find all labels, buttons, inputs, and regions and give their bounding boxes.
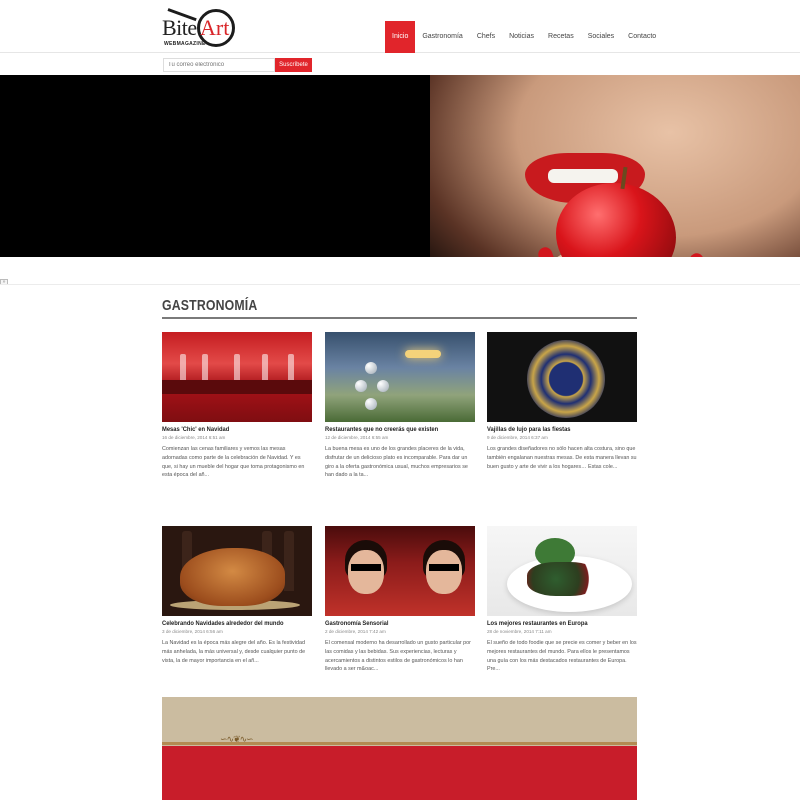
thumb-sphere: [377, 380, 389, 392]
article-excerpt: Comienzan las cenas familiares y vemos l…: [162, 446, 305, 479]
thumb-face: [426, 550, 462, 594]
article-title[interactable]: Restaurantes que no creerás que existen: [325, 426, 457, 433]
article-card: Restaurantes que no creerás que existen …: [325, 332, 475, 480]
nav-item-gastronomia[interactable]: Gastronomía: [415, 21, 469, 53]
section-title: GASTRONOMÍA: [162, 297, 258, 314]
thumb-face: [348, 550, 384, 594]
article-excerpt: El comensal moderno ha desarrollado un g…: [325, 640, 471, 673]
thumb-glass: [262, 354, 268, 382]
thumb-plate: [527, 340, 605, 418]
nav-item-contacto[interactable]: Contacto: [621, 21, 663, 53]
thumb-dinner-platform: [405, 350, 441, 358]
logo-tagline: WEBMAGAZINE: [164, 41, 206, 47]
hero-divider: [0, 284, 800, 285]
article-card: Vajillas de lujo para las fiestas 9 de d…: [487, 332, 637, 471]
nav-item-noticias[interactable]: Noticias: [502, 21, 541, 53]
promo-banner[interactable]: ∽∿❦∿∽: [162, 697, 637, 800]
hero-slider[interactable]: [0, 75, 800, 257]
thumb-dish: [527, 562, 599, 596]
thumb-sphere: [355, 380, 367, 392]
article-thumbnail[interactable]: [325, 332, 475, 422]
site-logo[interactable]: Bite Art WEBMAGAZINE: [162, 5, 238, 49]
logo-word-bite: Bite: [162, 15, 197, 40]
thumb-glass: [180, 354, 186, 382]
nav-item-sociales[interactable]: Sociales: [581, 21, 621, 53]
article-thumbnail[interactable]: [487, 526, 637, 616]
nav-item-recetas[interactable]: Recetas: [541, 21, 581, 53]
article-date: 28 de noviembre, 2014 7:11 am: [487, 629, 552, 634]
article-title[interactable]: Mesas 'Chic' en Navidad: [162, 426, 294, 433]
main-nav: Inicio Gastronomía Chefs Noticias Receta…: [385, 21, 663, 53]
article-excerpt: La buena mesa es uno de los grandes plac…: [325, 446, 468, 479]
thumb-glass: [234, 354, 240, 382]
banner-red-panel: [162, 746, 637, 800]
article-title[interactable]: Celebrando Navidades alrededor del mundo: [162, 620, 294, 627]
article-card: Los mejores restaurantes en Europa 28 de…: [487, 526, 637, 674]
article-excerpt: El sueño de todo foodie que se precie es…: [487, 640, 637, 673]
article-title[interactable]: Gastronomía Sensorial: [325, 620, 457, 627]
thumb-glass: [288, 354, 294, 382]
banner-gold-band: [162, 742, 637, 745]
newsletter-form: Suscríbete: [163, 58, 312, 72]
hero-teeth-shape: [548, 169, 618, 183]
article-thumbnail[interactable]: [162, 332, 312, 422]
article-thumbnail[interactable]: [162, 526, 312, 616]
thumb-blindfold: [351, 564, 381, 571]
article-date: 2 de diciembre, 2014 7:42 am: [325, 629, 386, 634]
thumb-sphere: [365, 398, 377, 410]
article-date: 9 de diciembre, 2014 6:37 am: [487, 435, 548, 440]
thumb-sphere: [365, 362, 377, 374]
nav-item-inicio[interactable]: Inicio: [385, 21, 416, 53]
thumb-turkey: [180, 548, 285, 606]
thumb-glass: [202, 354, 208, 382]
article-date: 16 de diciembre, 2014 6:51 am: [162, 435, 226, 440]
thumb-table: [162, 380, 312, 394]
subscribe-button[interactable]: Suscríbete: [275, 58, 312, 72]
email-input[interactable]: [163, 58, 275, 72]
article-excerpt: Los grandes diseñadores no sólo hacen al…: [487, 446, 637, 470]
article-title[interactable]: Vajillas de lujo para las fiestas: [487, 426, 619, 433]
article-thumbnail[interactable]: [487, 332, 637, 422]
article-card: Mesas 'Chic' en Navidad 16 de diciembre,…: [162, 332, 312, 480]
article-date: 12 de diciembre, 2014 6:55 am: [325, 435, 389, 440]
article-title[interactable]: Los mejores restaurantes en Europa: [487, 620, 619, 627]
article-card: Gastronomía Sensorial 2 de diciembre, 20…: [325, 526, 475, 674]
nav-item-chefs[interactable]: Chefs: [470, 21, 502, 53]
article-card: Celebrando Navidades alrededor del mundo…: [162, 526, 312, 665]
thumb-bottle: [284, 531, 294, 591]
thumb-blindfold: [429, 564, 459, 571]
logo-word-art: Art: [200, 15, 230, 40]
section-rule: [162, 317, 637, 319]
site-header: Bite Art WEBMAGAZINE Inicio Gastronomía …: [0, 0, 800, 53]
article-thumbnail[interactable]: [325, 526, 475, 616]
article-excerpt: La Navidad es la época más alegre del añ…: [162, 640, 306, 664]
article-date: 3 de diciembre, 2014 6:56 am: [162, 629, 223, 634]
